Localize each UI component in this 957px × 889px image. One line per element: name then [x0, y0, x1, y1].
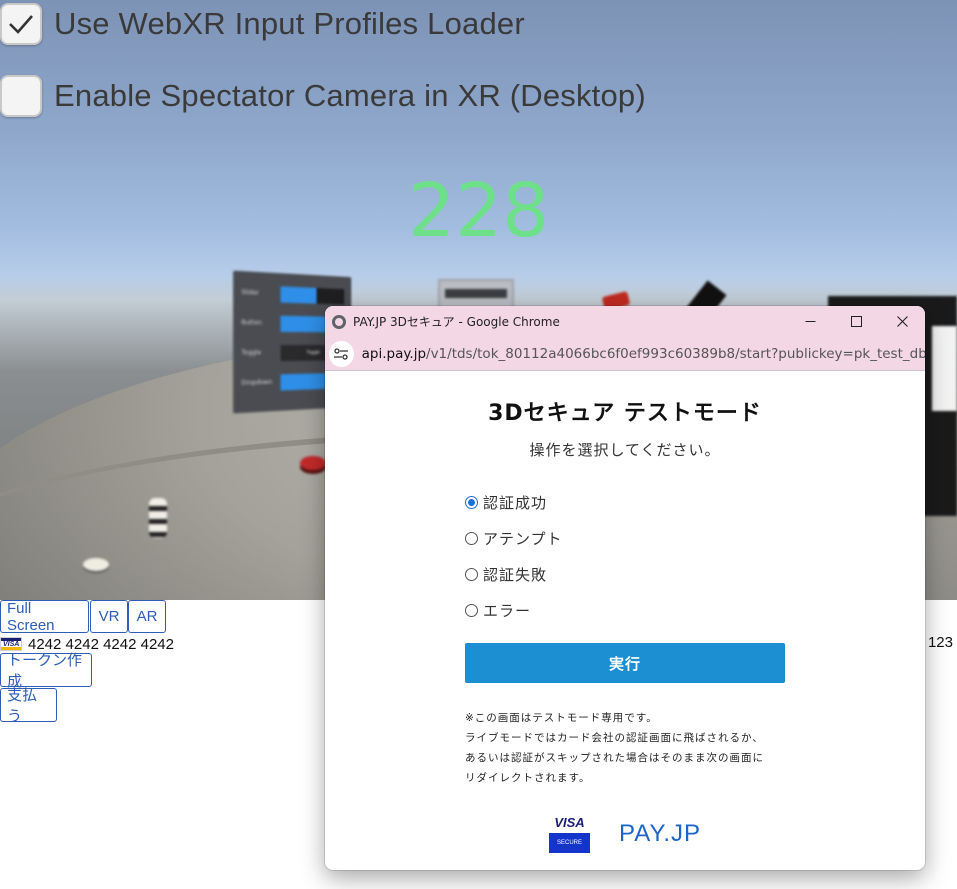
panel-slider-label: Slider [241, 288, 259, 297]
spectator-camera-toggle[interactable]: Enable Spectator Camera in XR (Desktop) [0, 75, 646, 117]
payjp-logo: PAY.JP [619, 820, 702, 847]
url-text[interactable]: api.pay.jp/v1/tds/tok_80112a4066bc6f0ef9… [362, 346, 925, 362]
option-attempt[interactable]: アテンプト [465, 528, 563, 549]
webxr-input-profiles-toggle[interactable]: Use WebXR Input Profiles Loader [0, 3, 525, 45]
scene-red-button [300, 456, 326, 470]
close-button[interactable] [879, 306, 925, 337]
radio-auth-failure[interactable] [465, 568, 478, 581]
payjp-3dsecure-popup-window[interactable]: PAY.JP 3Dセキュア - Google Chrome api.pay.jp… [325, 306, 925, 870]
test-mode-note: ※この画面はテストモード専用です。 ライブモードではカード会社の認証画面に飛ばさ… [465, 708, 805, 788]
address-bar[interactable]: api.pay.jp/v1/tds/tok_80112a4066bc6f0ef9… [325, 337, 925, 370]
window-titlebar[interactable]: PAY.JP 3Dセキュア - Google Chrome [325, 306, 925, 337]
radio-error[interactable] [465, 604, 478, 617]
scene-puck [83, 558, 109, 571]
pay-button[interactable]: 支払う [0, 687, 57, 725]
scene-small-panel-inner [445, 289, 507, 298]
popup-content: 3Dセキュア テストモード 操作を選択してください。 認証成功 アテンプト 認証… [325, 371, 925, 870]
scene-white-block [932, 326, 957, 411]
option-label: エラー [483, 602, 532, 620]
ar-button[interactable]: AR [128, 600, 166, 633]
scene-cylinders [149, 498, 167, 538]
note-line: ※この画面はテストモード専用です。 [465, 712, 658, 724]
webxr-input-profiles-checkbox[interactable] [0, 3, 42, 45]
radio-auth-success[interactable] [465, 496, 478, 509]
panel-toggle-label: Toggle [241, 349, 262, 357]
checkmark-icon [9, 15, 33, 34]
option-auth-success[interactable]: 認証成功 [465, 492, 547, 513]
spectator-camera-label: Enable Spectator Camera in XR (Desktop) [54, 78, 646, 113]
execute-button[interactable]: 実行 [465, 643, 785, 683]
create-token-button[interactable]: トークン作成 [0, 652, 92, 690]
score-counter: 228 [408, 168, 550, 254]
close-icon [896, 316, 908, 327]
option-label: 認証成功 [483, 494, 548, 512]
note-line: リダイレクトされます。 [465, 772, 591, 784]
fullscreen-button[interactable]: Full Screen [0, 600, 89, 634]
spectator-camera-checkbox[interactable] [0, 75, 42, 117]
minimize-button[interactable] [787, 306, 833, 337]
maximize-button[interactable] [833, 306, 879, 337]
panel-dropdown-label: Dropdown [241, 378, 273, 387]
note-line: あるいは認証がスキップされた場合はそのまま次の画面に [465, 752, 764, 764]
page-heading: 3Dセキュア テストモード [488, 401, 762, 426]
option-label: 認証失敗 [483, 566, 548, 584]
page-subheading: 操作を選択してください。 [529, 441, 721, 459]
vr-button[interactable]: VR [90, 600, 128, 633]
url-host: api.pay.jp [361, 345, 427, 362]
note-line: ライブモードではカード会社の認証画面に飛ばされるか、 [465, 732, 764, 744]
window-title: PAY.JP 3Dセキュア - Google Chrome [353, 315, 560, 329]
url-path: /v1/tds/tok_80112a4066bc6f0ef993c60389b8… [426, 345, 925, 362]
maximize-icon [850, 316, 862, 327]
visa-brand-text: VISA [554, 815, 585, 830]
webxr-input-profiles-label: Use WebXR Input Profiles Loader [54, 6, 525, 41]
cvc-field[interactable]: 123 [928, 634, 953, 651]
radio-attempt[interactable] [465, 532, 478, 545]
visa-secure-text: SECURE [549, 833, 590, 853]
site-settings-icon[interactable] [329, 340, 354, 367]
option-label: アテンプト [483, 530, 563, 548]
option-auth-failure[interactable]: 認証失敗 [465, 564, 547, 585]
visa-secure-logo: VISA SECURE [549, 815, 590, 853]
minimize-icon [805, 321, 815, 322]
option-error[interactable]: エラー [465, 600, 531, 621]
site-globe-icon [332, 314, 346, 329]
panel-button-label: Button [241, 319, 262, 327]
